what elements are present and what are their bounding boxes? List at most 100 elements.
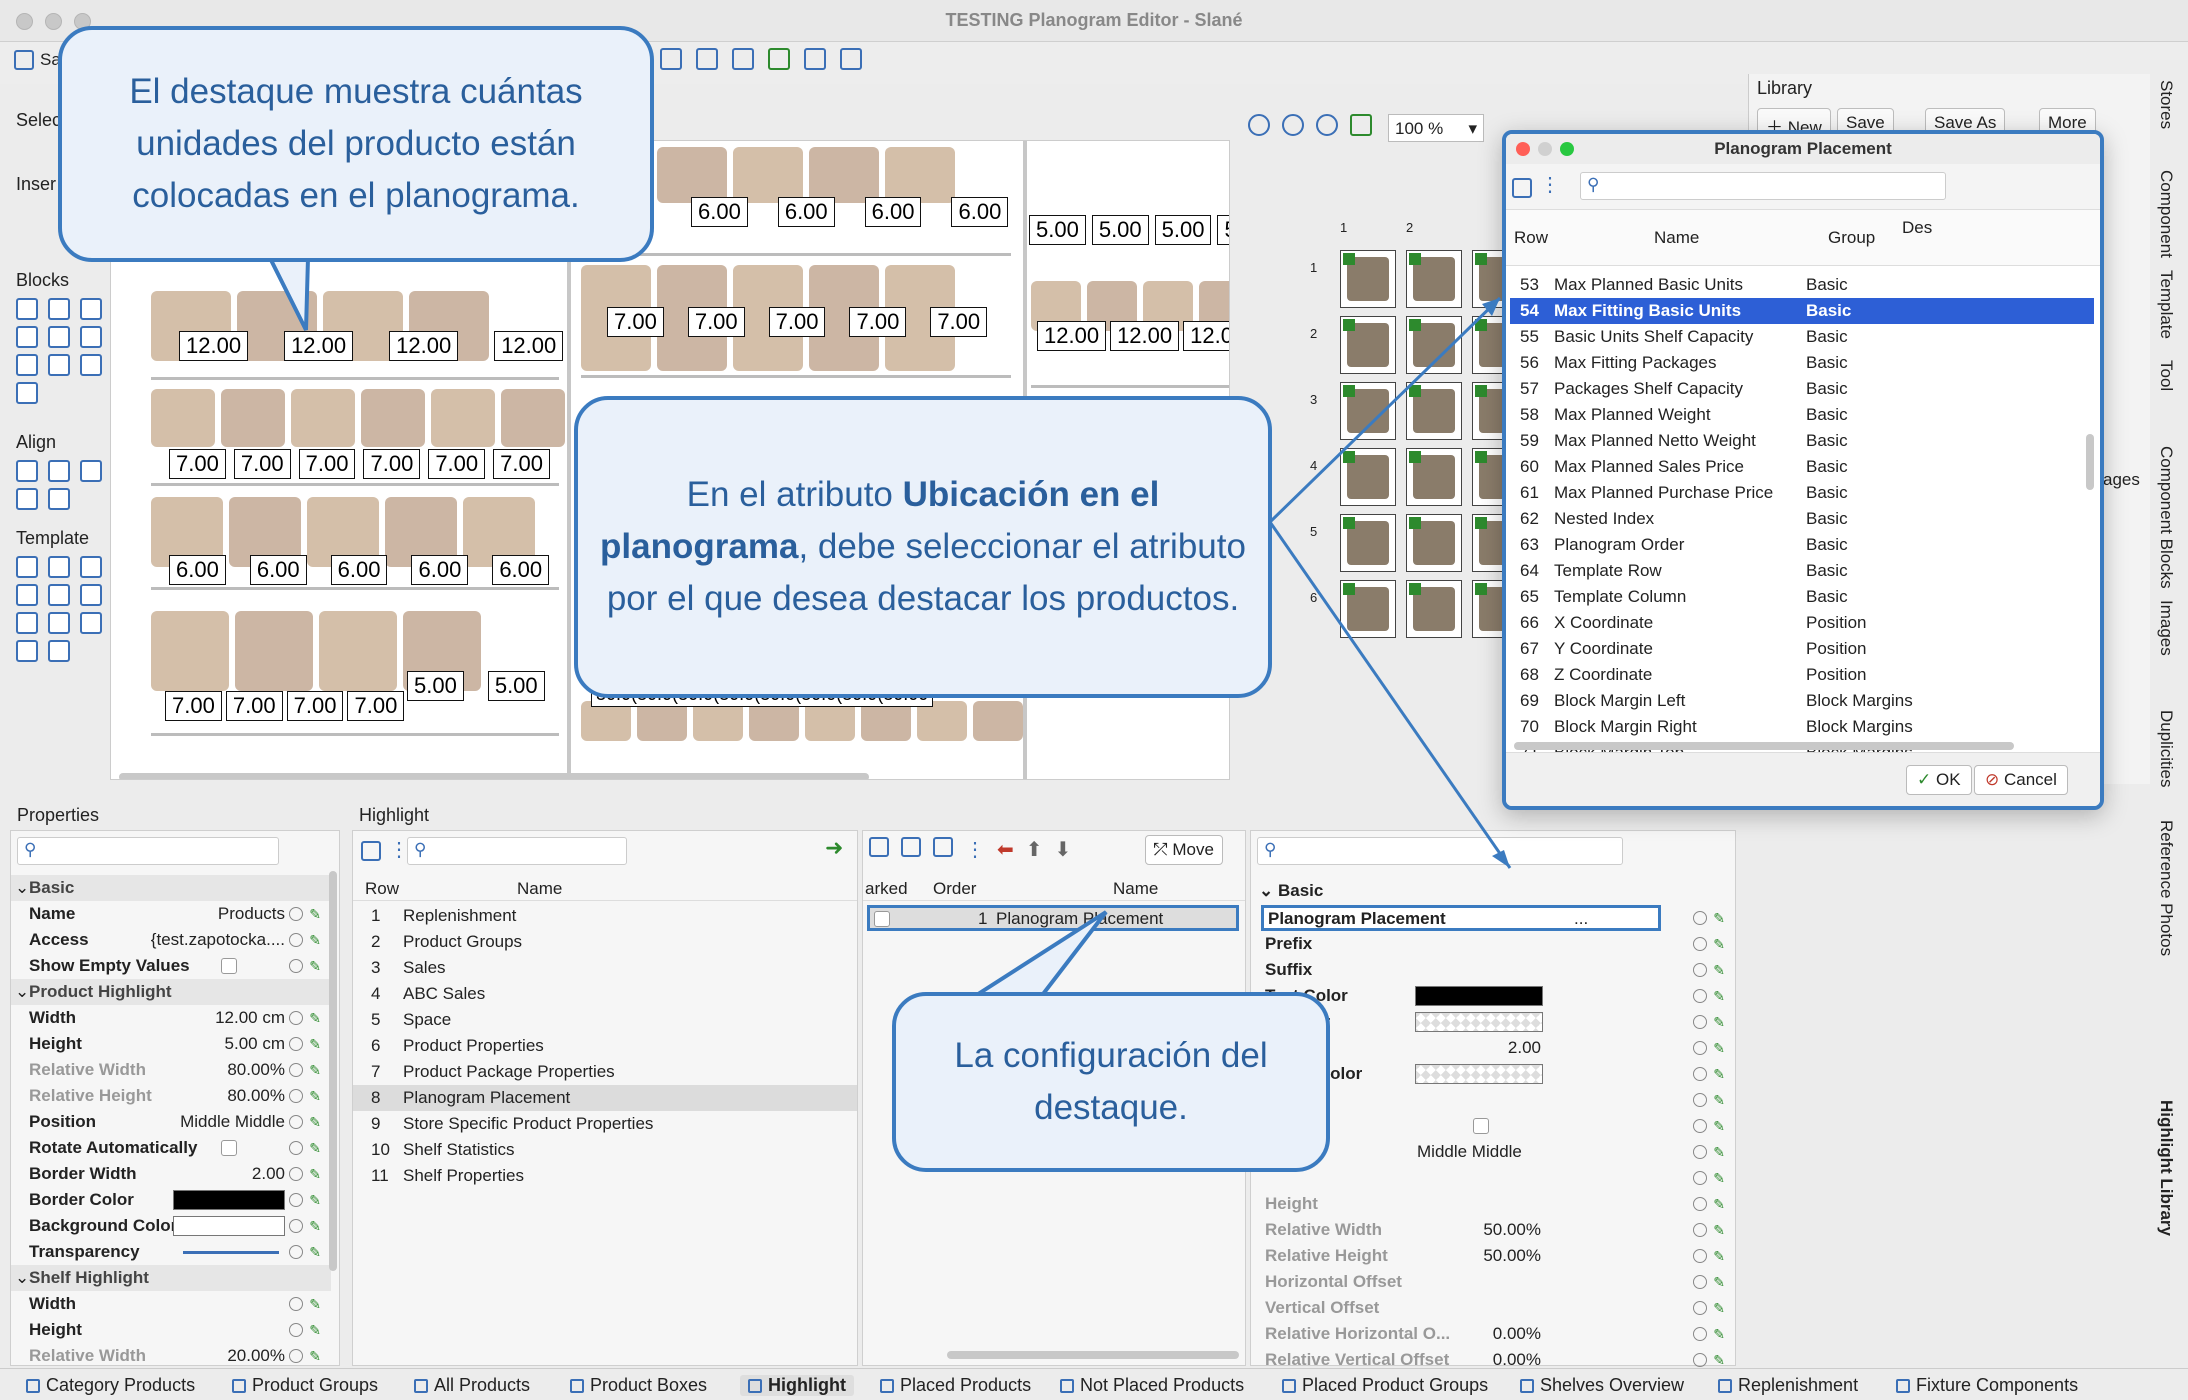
vertical-tab[interactable]: Component Blocks <box>2156 446 2176 589</box>
arrow-left-icon[interactable]: ⬅ <box>997 837 1014 862</box>
properties-search[interactable]: ⚲ <box>17 837 279 865</box>
grid-cell[interactable] <box>1340 514 1396 572</box>
reset-icon[interactable] <box>289 1115 303 1129</box>
edit-icon[interactable]: ✎ <box>1713 983 1725 1009</box>
property-row[interactable]: Name Products ✎ <box>11 901 331 927</box>
move-button[interactable]: ⤱ Move <box>1145 835 1223 865</box>
product-facing[interactable] <box>973 701 1023 741</box>
config-row[interactable]: Prefix ✎ <box>1251 931 1735 957</box>
arrow-down-icon[interactable]: ⬇ <box>1055 837 1072 862</box>
dialog-row[interactable]: 53 Max Planned Basic Units Basic <box>1510 272 2094 298</box>
bottom-tab[interactable]: Placed Products <box>880 1375 1031 1396</box>
align-icon[interactable] <box>48 460 70 482</box>
edit-icon[interactable]: ✎ <box>309 1187 321 1213</box>
dialog-row[interactable]: 59 Max Planned Netto Weight Basic <box>1510 428 2094 454</box>
edit-icon[interactable]: ✎ <box>309 1317 321 1343</box>
edit-icon[interactable]: ✎ <box>309 1213 321 1239</box>
dialog-row[interactable]: 64 Template Row Basic <box>1510 558 2094 584</box>
highlight-search[interactable]: ⚲ <box>407 837 627 865</box>
edit-icon[interactable]: ✎ <box>1713 1321 1725 1347</box>
edit-icon[interactable]: ✎ <box>309 901 321 927</box>
product-facing[interactable] <box>361 389 425 447</box>
product-facing[interactable] <box>657 147 727 203</box>
product-facing[interactable] <box>319 611 397 691</box>
template-icon[interactable] <box>16 640 38 662</box>
edit-icon[interactable]: ✎ <box>1713 1035 1725 1061</box>
cancel-button[interactable]: ⊘ Cancel <box>1974 765 2068 795</box>
property-row[interactable]: Relative Height 80.00% ✎ <box>11 1083 331 1109</box>
product-facing[interactable] <box>749 701 799 741</box>
reset-icon[interactable] <box>1693 963 1707 977</box>
product-facing[interactable] <box>805 701 855 741</box>
reset-icon[interactable] <box>1693 1301 1707 1315</box>
maximize-dialog-icon[interactable] <box>1560 142 1574 156</box>
property-row[interactable]: Relative Width 20.00% ✎ <box>11 1343 331 1369</box>
reset-icon[interactable] <box>289 933 303 947</box>
ok-button[interactable]: ✓ OK <box>1906 765 1972 795</box>
property-row[interactable]: Width ✎ <box>11 1291 331 1317</box>
zoom-fit-icon[interactable] <box>1316 114 1338 136</box>
dialog-search[interactable]: ⚲ <box>1580 172 1946 200</box>
align-icon[interactable] <box>16 488 38 510</box>
block-icon[interactable] <box>80 298 102 320</box>
template-icon[interactable] <box>16 556 38 578</box>
dialog-row[interactable]: 65 Template Column Basic <box>1510 584 2094 610</box>
vertical-tab[interactable]: Duplicities <box>2156 710 2176 787</box>
grid-cell[interactable] <box>1406 448 1462 506</box>
dialog-row[interactable]: 69 Block Margin Left Block Margins <box>1510 688 2094 714</box>
product-facing[interactable] <box>151 389 215 447</box>
bottom-tab[interactable]: Highlight <box>740 1375 854 1396</box>
vertical-tab[interactable]: Reference Photos <box>2156 820 2176 956</box>
color-swatch[interactable] <box>1415 1064 1543 1084</box>
grid-icon[interactable] <box>660 48 682 70</box>
template-icon[interactable] <box>48 640 70 662</box>
highlight-row[interactable]: 9 Store Specific Product Properties <box>353 1111 857 1137</box>
config-checkbox[interactable] <box>1473 1118 1489 1134</box>
property-row[interactable]: Height ✎ <box>11 1317 331 1343</box>
bottom-tab[interactable]: Category Products <box>26 1375 195 1396</box>
vertical-tab[interactable]: Images <box>2156 600 2176 656</box>
dialog-row[interactable]: 57 Packages Shelf Capacity Basic <box>1510 376 2094 402</box>
product-facing[interactable] <box>235 611 313 691</box>
bottom-tab[interactable]: All Products <box>414 1375 530 1396</box>
edit-icon[interactable]: ✎ <box>1713 1217 1725 1243</box>
block-icon[interactable] <box>48 298 70 320</box>
edit-icon[interactable]: ✎ <box>1713 905 1725 931</box>
reset-icon[interactable] <box>1693 989 1707 1003</box>
grid-cell[interactable] <box>1406 250 1462 308</box>
edit-icon[interactable]: ✎ <box>1713 1009 1725 1035</box>
property-row[interactable]: Border Color ✎ <box>11 1187 331 1213</box>
edit-icon[interactable]: ✎ <box>1713 1139 1725 1165</box>
reset-icon[interactable] <box>1693 1145 1707 1159</box>
config-row[interactable]: Planogram Placement... ✎ <box>1251 905 1735 931</box>
grid-cell[interactable] <box>1406 316 1462 374</box>
reset-icon[interactable] <box>1693 1353 1707 1367</box>
block-icon[interactable] <box>48 354 70 376</box>
block-icon[interactable] <box>16 354 38 376</box>
paste-icon[interactable] <box>933 837 953 857</box>
color-swatch[interactable] <box>1415 1012 1543 1032</box>
product-facing[interactable] <box>917 701 967 741</box>
planogram-placement-field[interactable]: Planogram Placement... <box>1261 905 1661 931</box>
edit-icon[interactable]: ✎ <box>309 1343 321 1369</box>
edit-icon[interactable]: ✎ <box>1713 957 1725 983</box>
edit-icon[interactable]: ✎ <box>1713 1087 1725 1113</box>
config-row[interactable]: Text Color✎ <box>1251 983 1735 1009</box>
property-row[interactable]: Show Empty Values ✎ <box>11 953 331 979</box>
config-row[interactable]: Vertical Offset ✎ <box>1251 1295 1735 1321</box>
grid-cell[interactable] <box>1340 580 1396 638</box>
edit-icon[interactable]: ✎ <box>1713 1191 1725 1217</box>
block-icon[interactable] <box>16 382 38 404</box>
minimize-dialog-icon[interactable] <box>1538 142 1552 156</box>
product-facing[interactable] <box>581 701 631 741</box>
template-icon[interactable] <box>48 556 70 578</box>
edit-icon[interactable]: ✎ <box>309 1057 321 1083</box>
product-facing[interactable] <box>733 147 803 203</box>
reset-icon[interactable] <box>289 1089 303 1103</box>
property-row[interactable]: ⌄ Product Highlight <box>11 979 331 1005</box>
bottom-tab[interactable]: Product Groups <box>232 1375 378 1396</box>
reset-icon[interactable] <box>289 1193 303 1207</box>
align-icon[interactable] <box>48 488 70 510</box>
product-facing[interactable] <box>861 701 911 741</box>
property-row[interactable]: Height 5.00 cm ✎ <box>11 1031 331 1057</box>
